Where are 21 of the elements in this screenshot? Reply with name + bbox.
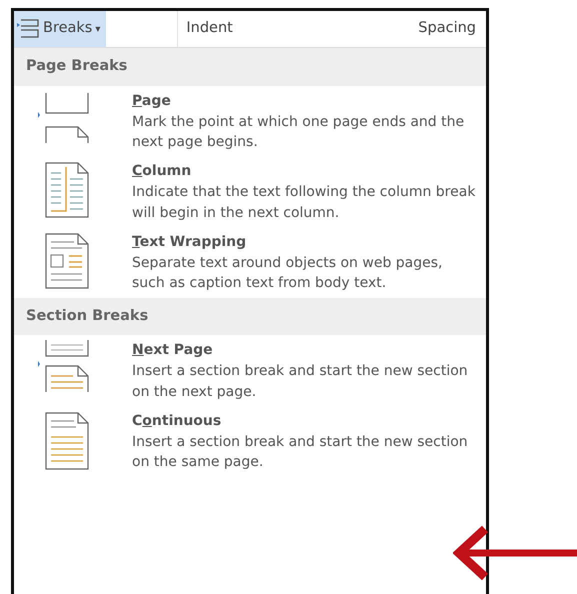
- menu-item[interactable]: Next Page Insert a section break and start the new section on the next page.: [14, 335, 486, 406]
- menu-item[interactable]: Continuous Insert a section break and start the new section on the same page.: [14, 406, 486, 476]
- menu-item[interactable]: Text Wrapping Separate text around objects on web pages, such as caption text from body text.: [14, 226, 486, 298]
- breaks-icon: [16, 18, 40, 40]
- indent-label[interactable]: Indent: [186, 18, 233, 40]
- item-description: Insert a section break and start the new section on the next page.: [132, 362, 469, 402]
- section-header: Section Breaks: [14, 298, 486, 336]
- item-description: Mark the point at which one page ends and the next page begins.: [132, 112, 466, 152]
- item-title: Continuous: [132, 412, 222, 431]
- spacing-label[interactable]: Spacing: [418, 18, 476, 40]
- item-title: Text Wrapping: [132, 232, 248, 252]
- menu-item[interactable]: Page Mark the point at which one page ends and the next page begins.: [14, 86, 486, 156]
- item-description: Separate text around objects on web pages, such as caption text from body text.: [132, 254, 444, 294]
- item-title: Page: [132, 92, 172, 111]
- item-title: Column: [132, 162, 192, 182]
- section-header: Page Breaks: [14, 48, 486, 86]
- item-title: Next Page: [132, 341, 214, 360]
- breaks-button[interactable]: Breaks ▾: [14, 11, 106, 47]
- menu-item[interactable]: Column Indicate that the text following the column break will begin in the next column.: [14, 156, 486, 227]
- item-description: Indicate that the text following the column break will begin in the next column.: [132, 183, 476, 223]
- item-description: Insert a section break and start the new section on the same page.: [132, 432, 469, 472]
